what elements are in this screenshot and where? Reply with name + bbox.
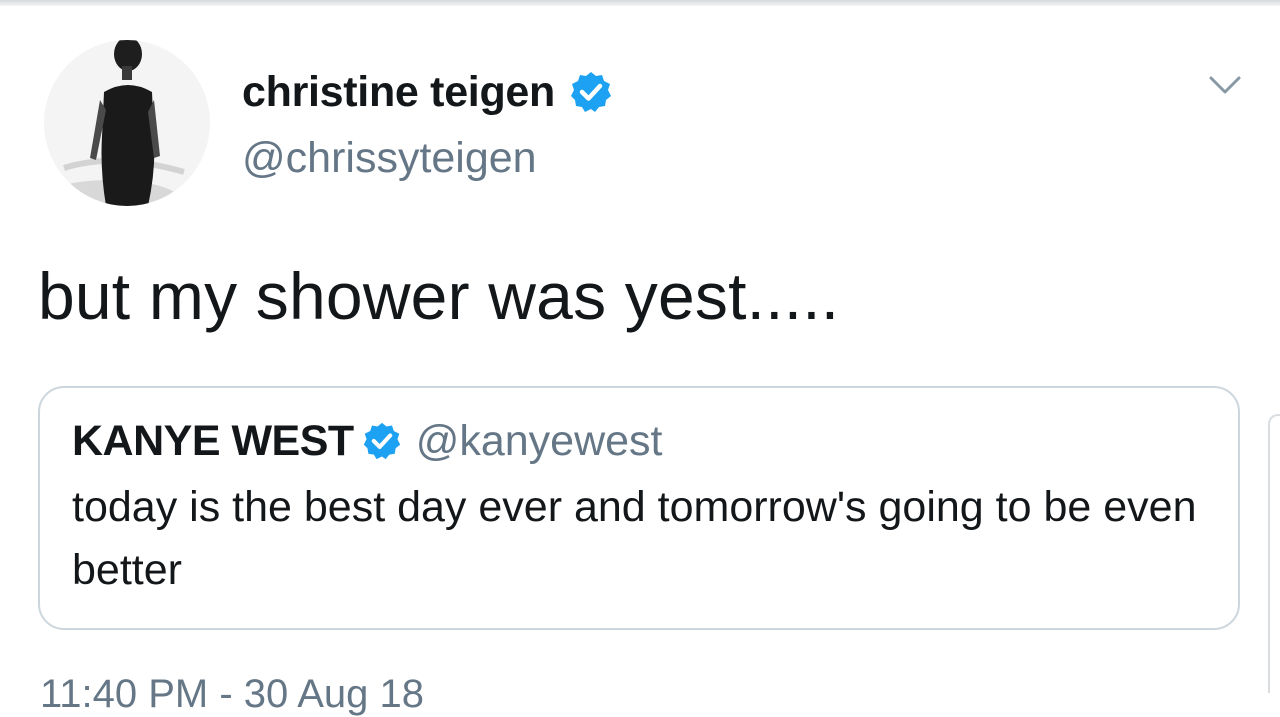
chevron-down-icon[interactable] [1206, 70, 1244, 100]
quoted-author-handle: @kanyewest [415, 416, 663, 465]
adjacent-card-edge [1268, 414, 1280, 693]
quoted-author-name: KANYE WEST [72, 416, 354, 465]
author-handle[interactable]: @chrissyteigen [242, 134, 537, 183]
tweet-timestamp[interactable]: 11:40 PM - 30 Aug 18 [40, 672, 424, 717]
quoted-tweet-card[interactable]: KANYE WEST @kanyewest today is the best … [38, 386, 1240, 630]
avatar-photo [44, 40, 210, 206]
avatar[interactable] [44, 40, 210, 206]
verified-badge-icon [362, 421, 402, 461]
top-divider [0, 0, 1280, 6]
tweet-text: but my shower was yest..... [38, 259, 840, 333]
author-display-name[interactable]: christine teigen [242, 68, 555, 117]
author-name-row: christine teigen [242, 62, 613, 122]
verified-badge-icon [569, 70, 613, 114]
quoted-tweet-header: KANYE WEST @kanyewest [72, 416, 663, 466]
quoted-tweet-text: today is the best day ever and tomorrow'… [72, 483, 1197, 594]
